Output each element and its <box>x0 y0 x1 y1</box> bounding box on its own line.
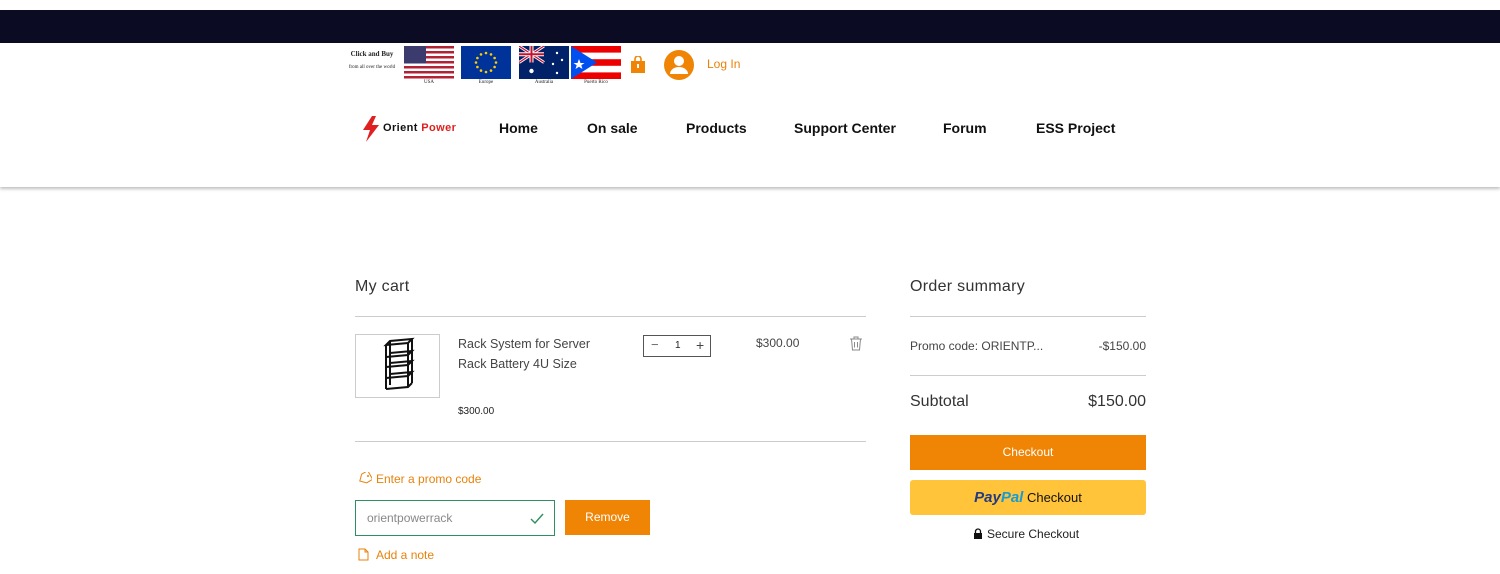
remove-promo-button[interactable]: Remove <box>565 500 650 535</box>
flag-label-australia: Australia <box>534 80 554 85</box>
paypal-checkout-label: Checkout <box>1026 490 1082 505</box>
flag-label-europe: Europe <box>478 80 494 85</box>
avatar-icon[interactable] <box>664 50 694 80</box>
paypal-logo-pay: Pay <box>974 489 1001 506</box>
login-link[interactable]: Log In <box>707 57 740 71</box>
promo-code-label: Promo code: ORIENTP... <box>910 339 1044 353</box>
quantity-stepper[interactable]: − 1 + <box>643 335 711 357</box>
click-and-buy-banner: Click and Buy from all over the world <box>344 50 400 70</box>
nav-forum[interactable]: Forum <box>943 120 987 136</box>
promo-discount-amount: -$150.00 <box>1098 339 1146 353</box>
product-name[interactable]: Rack System for Server Rack Battery 4U S… <box>458 334 598 374</box>
line-total: $300.00 <box>756 336 800 350</box>
lightning-logo-icon[interactable] <box>361 116 381 142</box>
flag-label-puerto-rico: Puerto Rico <box>584 80 608 85</box>
order-summary-title: Order summary <box>910 278 1026 295</box>
add-note-label: Add a note <box>376 548 435 562</box>
add-note-link[interactable]: Add a note <box>358 548 434 562</box>
tag-icon <box>359 469 374 484</box>
enter-promo-code-link[interactable]: Enter a promo code <box>358 469 482 486</box>
promo-link-label: Enter a promo code <box>376 472 482 486</box>
trash-icon[interactable] <box>849 336 863 351</box>
nav-on-sale[interactable]: On sale <box>587 120 638 136</box>
divider <box>355 441 866 442</box>
promo-code-value: orientpowerrack <box>367 511 453 525</box>
product-thumbnail[interactable] <box>355 334 440 398</box>
decrement-icon[interactable]: − <box>651 337 659 352</box>
secure-checkout-label: Secure Checkout <box>987 527 1080 541</box>
paypal-checkout-button[interactable]: PayPal Checkout <box>910 480 1146 515</box>
australia-flag-icon[interactable] <box>519 46 569 79</box>
nav-support-center[interactable]: Support Center <box>794 120 896 136</box>
promo-code-input[interactable]: orientpowerrack <box>355 500 555 536</box>
secure-checkout-note: Secure Checkout <box>973 527 1079 541</box>
nav-home[interactable]: Home <box>499 120 538 136</box>
subtotal-label: Subtotal <box>910 393 969 410</box>
rack-product-image <box>383 337 415 390</box>
logo-word-orient: Orient <box>383 122 418 134</box>
shopping-bag-icon[interactable] <box>630 56 646 74</box>
logo-word-power: Power <box>421 122 457 134</box>
subtotal-amount: $150.00 <box>1088 393 1146 410</box>
divider <box>910 375 1146 376</box>
divider <box>910 316 1146 317</box>
product-unit-price: $300.00 <box>458 406 495 417</box>
lock-icon <box>974 528 982 539</box>
increment-icon[interactable]: + <box>696 337 704 353</box>
site-header <box>0 43 1500 187</box>
puerto-rico-flag-icon[interactable] <box>571 46 621 79</box>
divider <box>355 316 866 317</box>
nav-products[interactable]: Products <box>686 120 747 136</box>
quantity-value[interactable]: 1 <box>675 340 681 351</box>
click-buy-subtitle: from all over the world <box>348 65 396 70</box>
flag-label-usa: USA <box>423 80 434 85</box>
nav-ess-project[interactable]: ESS Project <box>1036 120 1115 136</box>
usa-flag-icon[interactable] <box>404 46 454 79</box>
note-icon <box>358 548 369 561</box>
checkmark-icon <box>530 513 544 524</box>
brand-logo[interactable]: Orient Power <box>383 122 456 134</box>
eu-flag-icon[interactable] <box>461 46 511 79</box>
checkout-button[interactable]: Checkout <box>910 435 1146 470</box>
click-buy-title: Click and Buy <box>350 50 394 58</box>
paypal-logo-pal: Pal <box>1000 489 1024 506</box>
top-bar <box>0 10 1500 43</box>
cart-title: My cart <box>355 278 410 295</box>
